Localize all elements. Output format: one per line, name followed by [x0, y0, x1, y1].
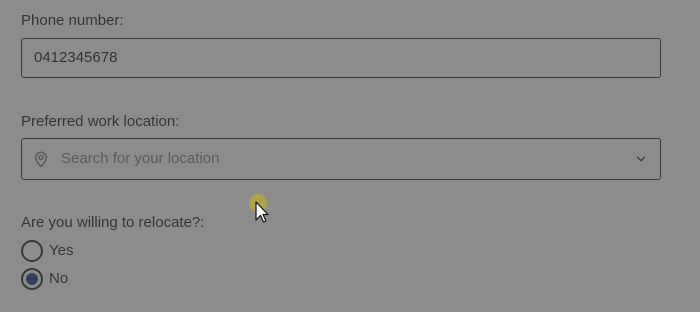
relocate-question: Are you willing to relocate?: [21, 214, 205, 231]
phone-label: Phone number: [21, 12, 124, 29]
relocate-yes-radio[interactable] [21, 240, 43, 262]
relocate-option-no[interactable]: No [21, 267, 68, 291]
preferred-location-input[interactable]: Search for your location [21, 138, 661, 180]
relocate-option-yes[interactable]: Yes [21, 239, 73, 263]
preferred-location-label: Preferred work location: [21, 113, 180, 130]
phone-input-value: 0412345678 [34, 49, 118, 66]
phone-input[interactable]: 0412345678 [21, 38, 661, 78]
relocate-yes-label: Yes [49, 242, 74, 259]
relocate-no-radio[interactable] [21, 268, 43, 290]
preferred-location-placeholder: Search for your location [61, 150, 220, 167]
location-pin-icon [34, 151, 48, 168]
chevron-down-icon[interactable] [634, 152, 648, 166]
mouse-cursor-icon [255, 201, 269, 223]
application-form: Phone number: 0412345678 Preferred work … [0, 0, 700, 312]
relocate-no-label: No [49, 270, 69, 287]
